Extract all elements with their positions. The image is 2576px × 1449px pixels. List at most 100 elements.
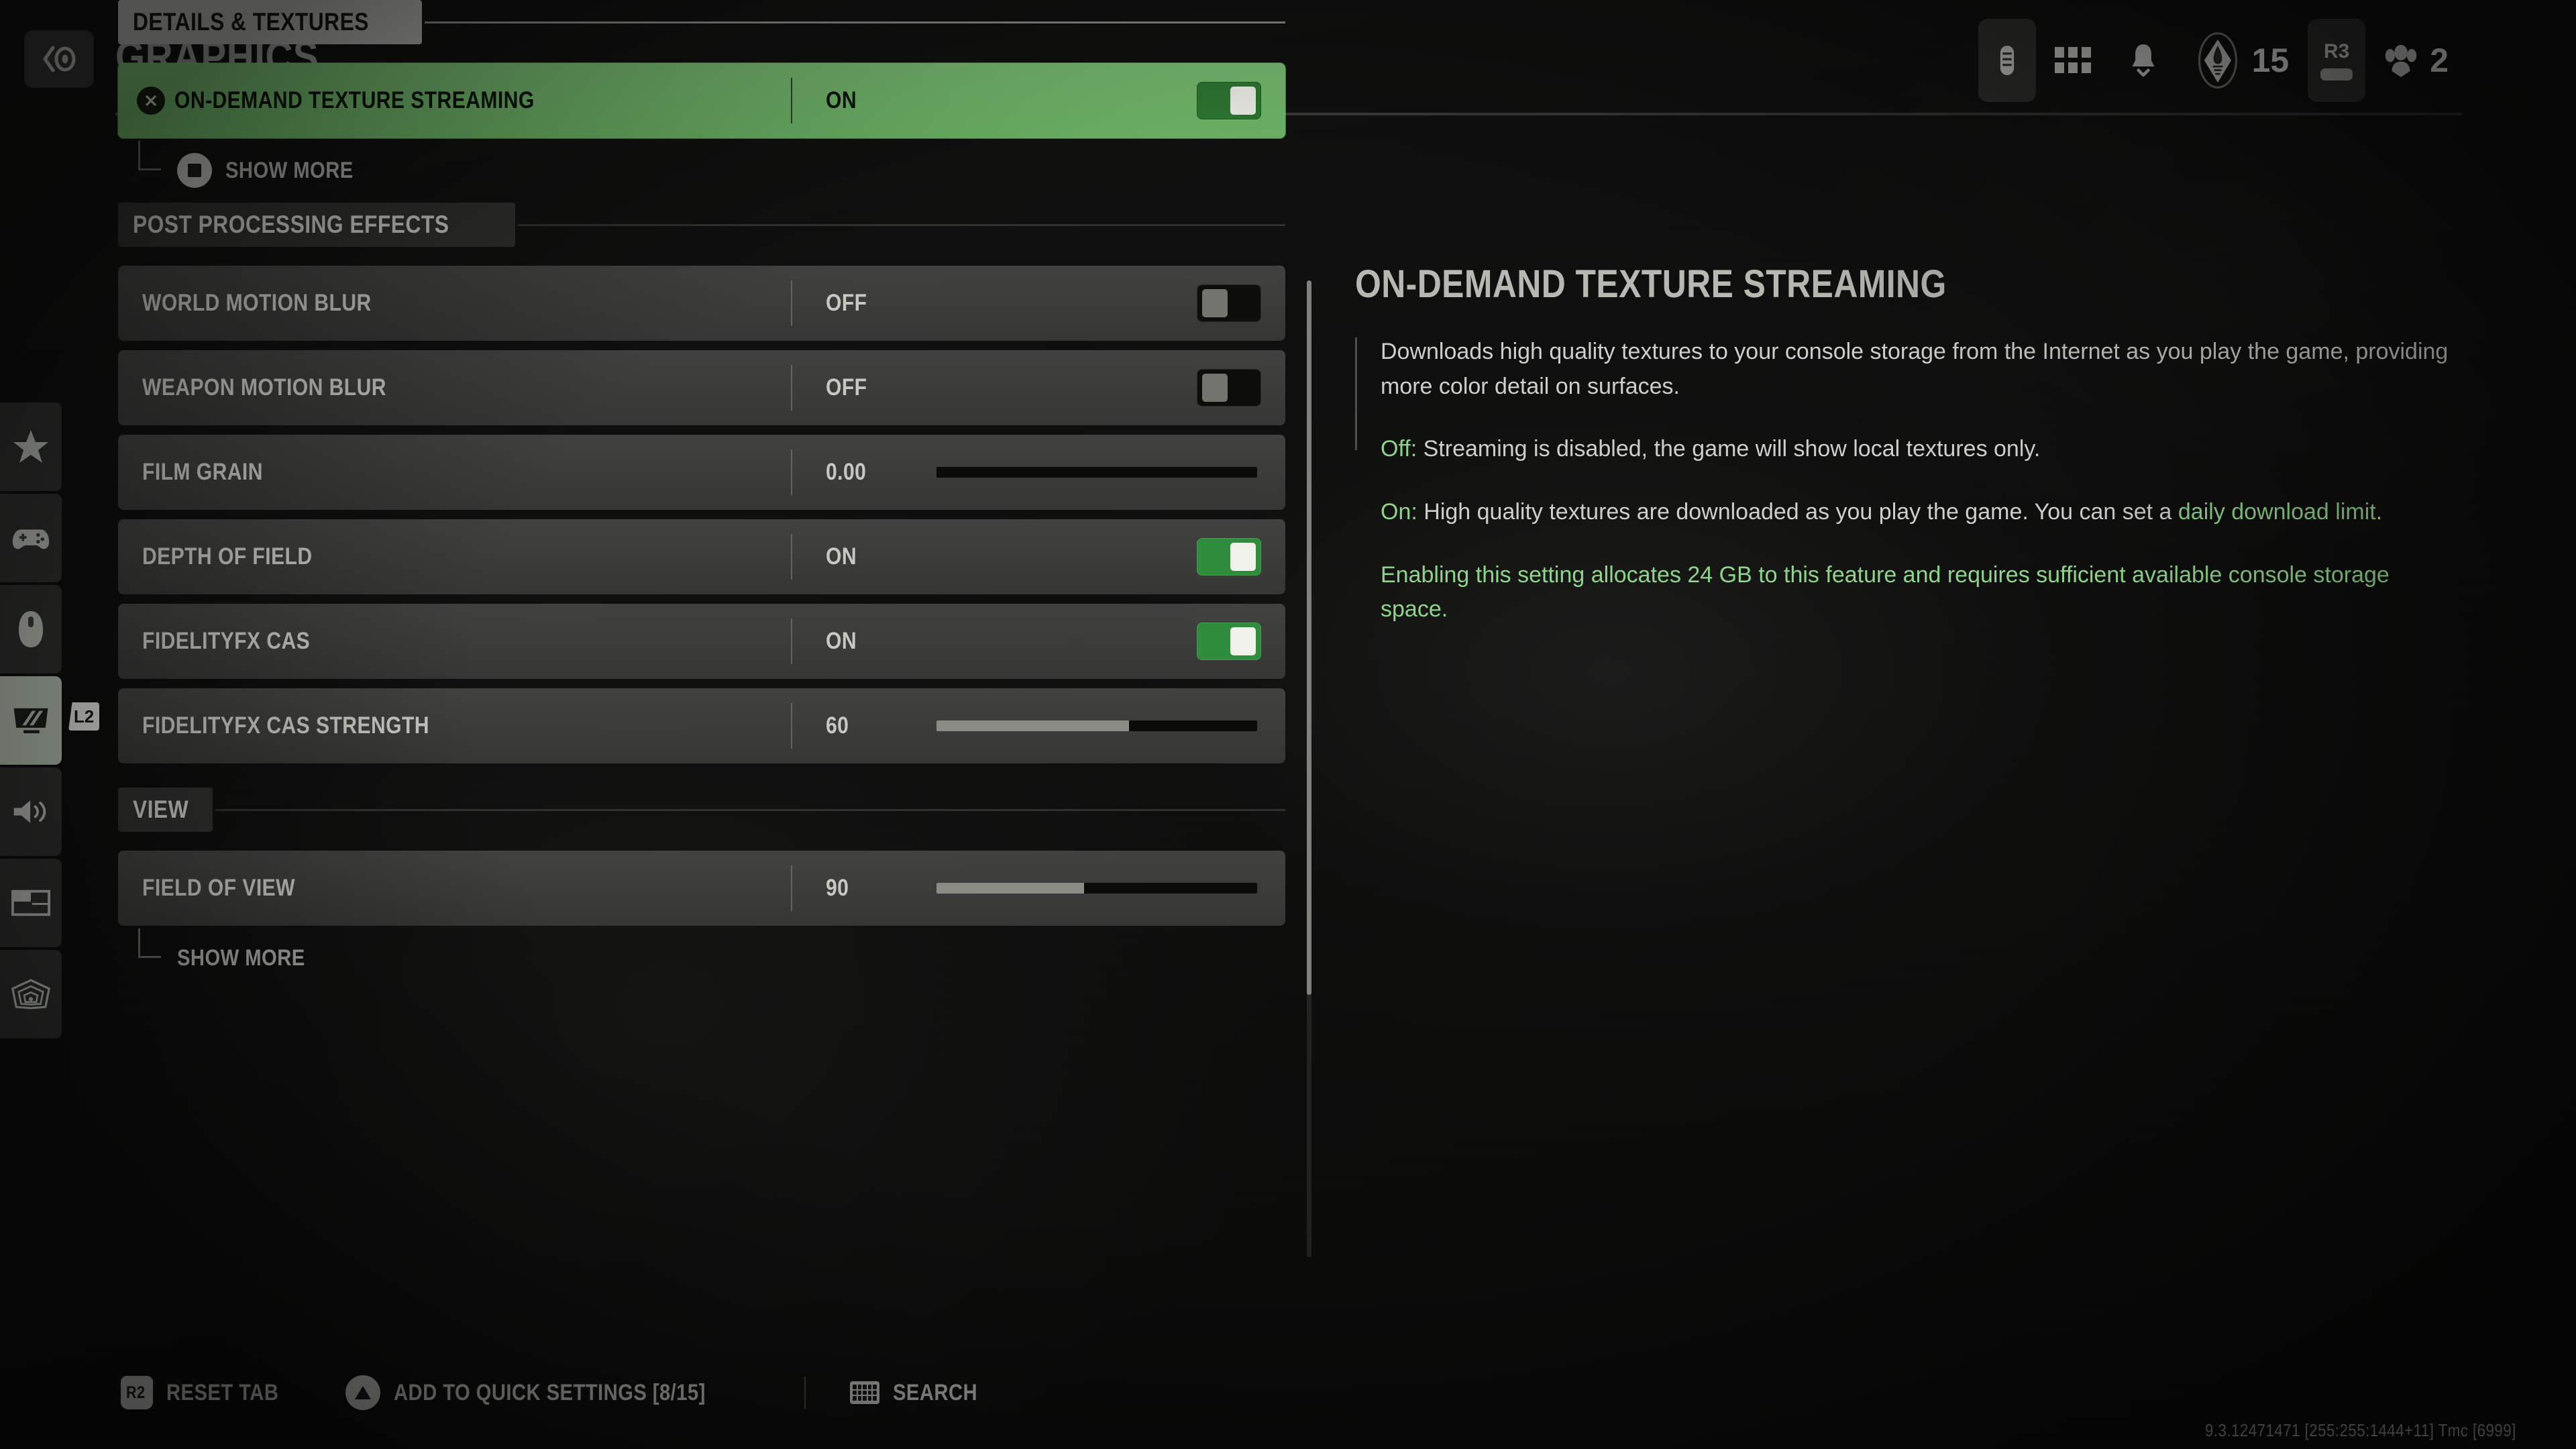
show-more-label: SHOW MORE: [177, 945, 305, 971]
footer-reset-tab[interactable]: R2 RESET TAB: [121, 1376, 297, 1409]
bell-notification-icon[interactable]: [2110, 19, 2177, 102]
header-status-tray: 15 R3 2: [1978, 19, 2467, 102]
setting-value: OFF: [826, 374, 867, 400]
row-divider: [791, 534, 792, 580]
setting-row-film-grain[interactable]: FILM GRAIN 0.00: [118, 435, 1285, 510]
detail-title: ON-DEMAND TEXTURE STREAMING: [1355, 262, 1947, 306]
back-chevron-circle-glyph: [43, 46, 76, 72]
sidebar-item-controller[interactable]: [0, 494, 62, 582]
setting-slider[interactable]: [936, 467, 1257, 478]
setting-label: DEPTH OF FIELD: [142, 543, 313, 570]
setting-label: FILM GRAIN: [142, 459, 263, 485]
detail-on-text: High quality textures are downloaded as …: [1417, 499, 2178, 525]
sidebar-item-graphics[interactable]: [0, 676, 62, 765]
settings-scrollbar[interactable]: [1307, 280, 1311, 1257]
radar-icon: [11, 979, 50, 1010]
r3-stick-glyph: [2320, 68, 2353, 80]
rank-emblem-icon[interactable]: 15: [2177, 19, 2308, 102]
setting-label: FIDELITYFX CAS: [142, 628, 311, 654]
speaker-icon: [13, 800, 46, 823]
show-more-details-textures[interactable]: SHOW MORE: [118, 138, 1285, 203]
setting-toggle[interactable]: [1197, 538, 1261, 576]
grid-apps-icon[interactable]: [2036, 19, 2110, 102]
triangle-button-icon: [345, 1375, 380, 1410]
scrollbar-thumb[interactable]: [1307, 280, 1311, 995]
footer-label: RESET TAB: [166, 1379, 279, 1405]
row-divider: [791, 78, 792, 123]
squad-players-icon[interactable]: 2: [2365, 19, 2467, 102]
setting-label: WORLD MOTION BLUR: [142, 290, 372, 316]
footer-search[interactable]: SEARCH: [850, 1380, 991, 1406]
section-header-view: VIEW: [118, 788, 1285, 832]
setting-label: FIELD OF VIEW: [142, 875, 295, 901]
setting-label: WEAPON MOTION BLUR: [142, 374, 386, 400]
sidebar-item-audio[interactable]: [0, 767, 62, 856]
l2-button-badge: L2: [68, 702, 99, 731]
bell-notification-glyph: [2132, 44, 2155, 77]
square-button-icon: [177, 153, 212, 188]
build-version-string: 9.3.12471471 [255:255:1444+11] Tmc [6999…: [2204, 1420, 2516, 1440]
detail-on-lead: On:: [1381, 499, 1417, 525]
show-more-view[interactable]: SHOW MORE: [118, 926, 1285, 990]
setting-toggle[interactable]: [1197, 369, 1261, 407]
cross-button-icon: [137, 87, 165, 115]
r3-button-icon[interactable]: R3: [2308, 19, 2366, 102]
back-chevron-circle-icon[interactable]: [24, 30, 94, 88]
section-title: VIEW: [118, 788, 213, 832]
squad-count-value: 2: [2430, 42, 2449, 79]
setting-value: ON: [826, 87, 857, 113]
star-icon: [13, 430, 48, 463]
section-rule: [215, 808, 1285, 811]
row-divider: [791, 365, 792, 411]
setting-row-field-of-view[interactable]: FIELD OF VIEW 90: [118, 851, 1285, 926]
detail-paragraph-on: On: High quality textures are downloaded…: [1381, 495, 2455, 530]
footer-add-to-quick-settings[interactable]: ADD TO QUICK SETTINGS [8/15]: [345, 1375, 756, 1410]
setting-toggle[interactable]: [1197, 82, 1261, 119]
setting-row-fidelityfx-cas[interactable]: FIDELITYFX CAS ON: [118, 604, 1285, 679]
setting-value: ON: [826, 543, 857, 570]
setting-label: FIDELITYFX CAS STRENGTH: [142, 712, 429, 739]
section-rule: [425, 21, 1285, 23]
detail-on-tail: .: [2375, 499, 2383, 525]
setting-row-fidelityfx-cas-strength[interactable]: FIDELITYFX CAS STRENGTH 60: [118, 688, 1285, 763]
section-header-details-textures: DETAILS & TEXTURES: [118, 0, 1285, 44]
setting-row-depth-of-field[interactable]: DEPTH OF FIELD ON: [118, 519, 1285, 594]
footer-label: ADD TO QUICK SETTINGS [8/15]: [393, 1379, 706, 1405]
setting-toggle[interactable]: [1197, 284, 1261, 322]
detail-body: Downloads high quality textures to your …: [1355, 335, 2455, 627]
setting-value: OFF: [826, 290, 867, 316]
battery-capsule-icon[interactable]: [1978, 19, 2036, 102]
detail-panel: ON-DEMAND TEXTURE STREAMING Downloads hi…: [1355, 262, 2455, 627]
row-divider: [791, 703, 792, 749]
squad-players-glyph: [2385, 44, 2417, 77]
category-rail[interactable]: [0, 402, 64, 1041]
setting-row-world-motion-blur[interactable]: WORLD MOTION BLUR OFF: [118, 266, 1285, 341]
sidebar-item-favorites[interactable]: [0, 402, 62, 491]
sidebar-item-mouse-keyboard[interactable]: [0, 585, 62, 674]
setting-row-weapon-motion-blur[interactable]: WEAPON MOTION BLUR OFF: [118, 350, 1285, 425]
footer-label: SEARCH: [893, 1379, 978, 1405]
section-title: POST PROCESSING EFFECTS: [118, 203, 516, 247]
setting-slider[interactable]: [936, 720, 1257, 731]
detail-paragraph-intro: Downloads high quality textures to your …: [1381, 339, 2449, 399]
setting-row-on-demand-texture-streaming[interactable]: ON-DEMAND TEXTURE STREAMING ON: [118, 63, 1285, 138]
keyboard-icon: [850, 1381, 880, 1404]
row-divider: [791, 865, 792, 911]
sidebar-item-interface[interactable]: [0, 859, 62, 947]
setting-toggle[interactable]: [1197, 623, 1261, 660]
slider-fill: [936, 720, 1129, 731]
r3-button-label: R3: [2324, 40, 2350, 62]
gamepad-icon: [12, 529, 50, 549]
tree-connector-icon: [138, 141, 161, 170]
section-title: DETAILS & TEXTURES: [118, 0, 423, 44]
detail-off-lead: Off:: [1381, 436, 1417, 462]
panels-icon: [11, 890, 50, 916]
row-divider: [791, 619, 792, 664]
detail-accent-bar: [1355, 337, 1357, 450]
rank-level-value: 15: [2251, 42, 2290, 79]
cross-button-glyph: [145, 95, 157, 107]
settings-list: DETAILS & TEXTURES ON-DEMAND TEXTURE STR…: [118, 0, 1285, 990]
setting-slider[interactable]: [936, 883, 1257, 894]
sidebar-item-accessibility[interactable]: [0, 950, 62, 1038]
setting-label: ON-DEMAND TEXTURE STREAMING: [174, 87, 535, 113]
